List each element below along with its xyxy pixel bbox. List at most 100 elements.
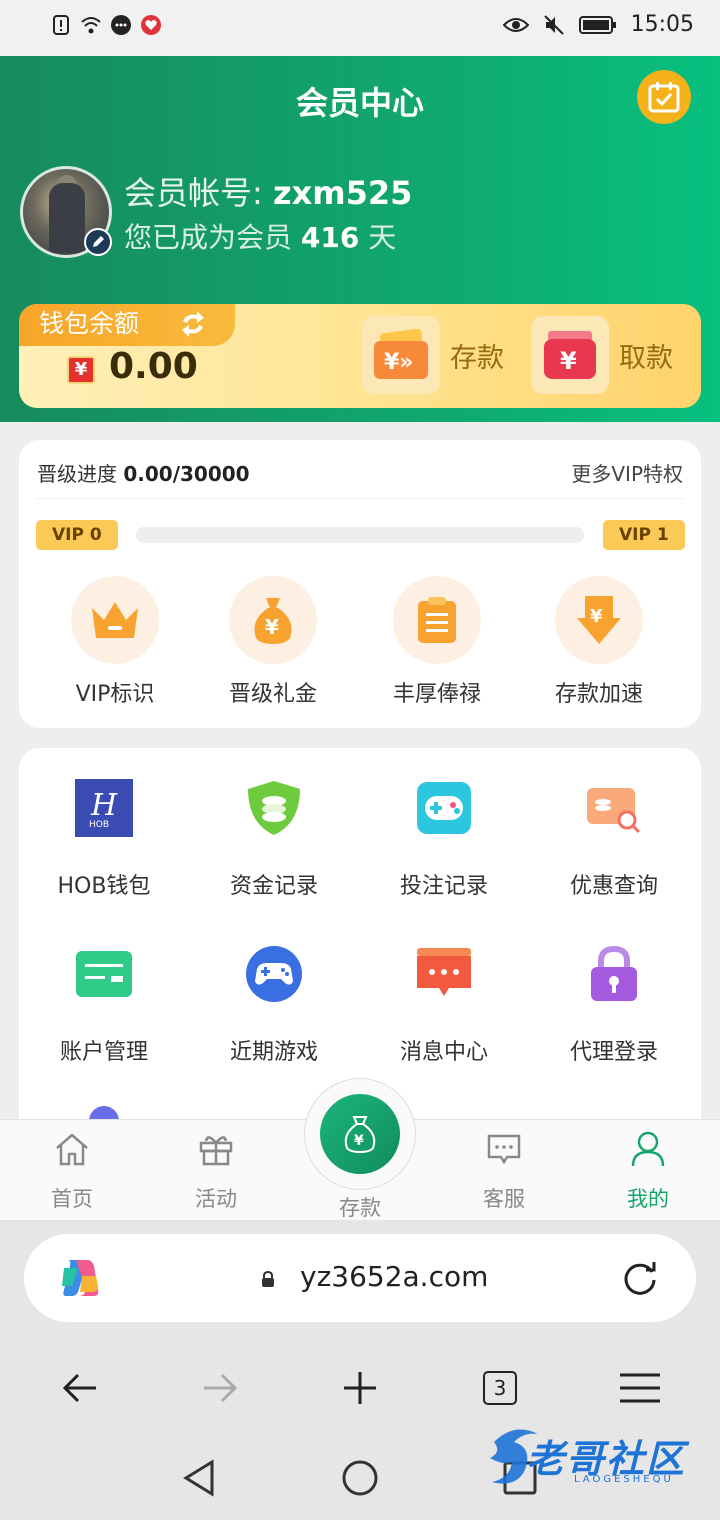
url-bar[interactable]: yz3652a.com (24, 1234, 696, 1322)
deposit-label: 存款 (450, 342, 504, 374)
watermark-subtext: LAOGESHEQU (574, 1474, 674, 1485)
svg-text:¥: ¥ (354, 1133, 364, 1149)
menu-item-bet-records[interactable]: 投注记录 (359, 778, 529, 900)
alert-icon (53, 15, 69, 35)
tab-deposit[interactable]: ¥ (320, 1094, 400, 1174)
withdraw-box-icon: ¥ (531, 316, 609, 394)
deposit-arrow-icon: ¥ (577, 596, 621, 644)
money-bag-icon: ¥ (344, 1116, 376, 1154)
crown-icon (92, 602, 138, 638)
url-text[interactable]: yz3652a.com (300, 1260, 488, 1293)
member-account: 会员帐号: zxm525 (124, 168, 412, 214)
tab-home[interactable]: 首页 (22, 1129, 122, 1213)
coupon-search-icon (584, 778, 644, 838)
menu-item-hob-wallet[interactable]: H HOB HOB钱包 (19, 778, 189, 900)
forward-button[interactable] (198, 1366, 242, 1410)
vip-item-label: 晋级礼金 (228, 682, 317, 707)
vip-item-deposit-speed[interactable]: ¥ 存款加速 (534, 576, 664, 708)
menu-label: 优惠查询 (569, 874, 658, 899)
system-back-icon[interactable] (180, 1458, 220, 1498)
checkin-calendar-button[interactable] (637, 70, 691, 124)
hob-wallet-icon: H HOB (74, 778, 134, 838)
reload-icon[interactable] (620, 1258, 660, 1298)
gamepad-icon (414, 778, 474, 838)
wallet-label: 钱包余额 (39, 309, 140, 338)
arrow-left-icon (62, 1373, 96, 1403)
divider (37, 498, 683, 499)
menu-label: 消息中心 (399, 1040, 488, 1065)
mute-icon (543, 14, 564, 35)
tab-activity[interactable]: 活动 (166, 1129, 266, 1213)
wallet-tab: 钱包余额 (19, 304, 235, 346)
vip-item-salary[interactable]: 丰厚俸禄 (372, 576, 502, 708)
page-title: 会员中心 (295, 84, 424, 122)
back-button[interactable] (58, 1366, 102, 1410)
calendar-check-icon (648, 82, 680, 113)
svg-text:HOB: HOB (89, 820, 109, 830)
vip-item-badge[interactable]: VIP标识 (50, 576, 180, 708)
menu-item-fund-records[interactable]: 资金记录 (189, 778, 359, 900)
tab-customer-service[interactable]: 客服 (454, 1129, 554, 1213)
account-value: zxm525 (272, 174, 413, 212)
pencil-icon (93, 236, 104, 247)
menu-item-promo-query[interactable]: 优惠查询 (529, 778, 699, 900)
controller-icon (244, 944, 304, 1004)
edit-avatar-button[interactable] (84, 228, 112, 256)
refresh-icon[interactable] (179, 311, 207, 337)
deposit-button[interactable]: ¥» 存款 (362, 316, 504, 394)
vip-current-badge: VIP 0 (36, 520, 118, 550)
person-icon (631, 1131, 665, 1167)
vip-progress: 晋级进度 0.00/30000 (37, 458, 250, 487)
menu-label: HOB钱包 (57, 874, 151, 899)
wifi-icon (81, 17, 101, 34)
vip-card: 晋级进度 0.00/30000 更多VIP特权 VIP 0 VIP 1 VIP标… (19, 440, 701, 728)
tab-mine[interactable]: 我的 (598, 1129, 698, 1213)
vip-item-label: 丰厚俸禄 (392, 682, 481, 707)
svg-text:H: H (90, 788, 118, 823)
lock-icon (262, 1271, 274, 1287)
days-suffix: 天 (368, 221, 397, 254)
vip-progress-label: 晋级进度 (37, 462, 117, 486)
eye-icon (502, 17, 529, 32)
account-label: 会员帐号: (124, 174, 263, 212)
new-tab-button[interactable] (338, 1366, 382, 1410)
svg-text:¥: ¥ (590, 606, 603, 627)
menu-label: 代理登录 (569, 1040, 658, 1065)
vip-progress-value: 0.00/30000 (123, 462, 250, 486)
vip-more-link[interactable]: 更多VIP特权 (571, 458, 683, 487)
battery-icon (578, 15, 616, 34)
tab-label: 首页 (51, 1187, 93, 1211)
message-icon (414, 944, 474, 1004)
hamburger-icon (620, 1373, 660, 1403)
system-home-icon[interactable] (340, 1458, 380, 1498)
clipboard-icon (418, 597, 456, 643)
menu-label: 账户管理 (59, 1040, 148, 1065)
menu-item-agent-login[interactable]: 代理登录 (529, 944, 699, 1066)
tab-label: 我的 (627, 1187, 669, 1211)
menu-label: 资金记录 (229, 874, 318, 899)
chat-icon (111, 15, 131, 35)
status-time: 15:05 (630, 12, 694, 37)
menu-item-account-manage[interactable]: 账户管理 (19, 944, 189, 1066)
vip-item-bonus[interactable]: ¥ 晋级礼金 (208, 576, 338, 708)
shield-coins-icon (244, 778, 304, 838)
wallet-balance: 0.00 (109, 346, 198, 387)
vip-progress-bar (136, 527, 584, 543)
tabs-button[interactable]: 3 (478, 1366, 522, 1410)
wallet-card: 钱包余额 ¥ 0.00 ¥» 存款 ¥ 取款 (19, 304, 701, 408)
card-icon (74, 944, 134, 1004)
menu-button[interactable] (618, 1366, 662, 1410)
menu-item-message-center[interactable]: 消息中心 (359, 944, 529, 1066)
svg-text:¥: ¥ (265, 615, 279, 639)
copilot-icon[interactable] (58, 1256, 102, 1300)
deposit-wallet-icon: ¥» (362, 316, 440, 394)
arrow-right-icon (204, 1373, 238, 1403)
withdraw-button[interactable]: ¥ 取款 (531, 316, 673, 394)
svg-text:¥: ¥ (560, 347, 577, 375)
menu-item-recent-games[interactable]: 近期游戏 (189, 944, 359, 1066)
currency-yen-icon: ¥ (67, 356, 95, 384)
tab-label: 存款 (339, 1196, 381, 1220)
lock-icon (584, 944, 644, 1004)
chat-bubble-icon (487, 1134, 521, 1165)
watermark-logo: 老哥社区 LAOGESHEQU (484, 1422, 706, 1494)
